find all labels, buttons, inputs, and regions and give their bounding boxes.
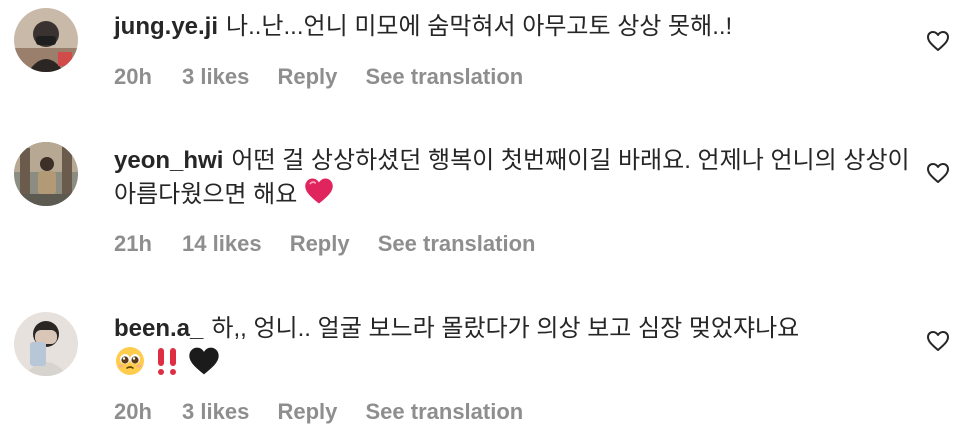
pleading-face-icon xyxy=(114,345,146,386)
like-heart-icon[interactable] xyxy=(926,329,950,353)
red-heart-icon xyxy=(304,177,334,214)
avatar[interactable] xyxy=(14,8,78,72)
comment-time: 21h xyxy=(114,231,152,256)
comment-meta: 21h 14 likes Reply See translation xyxy=(114,231,557,257)
like-heart-icon[interactable] xyxy=(926,161,950,185)
see-translation-button[interactable]: See translation xyxy=(366,64,524,89)
avatar[interactable] xyxy=(14,142,78,206)
reply-button[interactable]: Reply xyxy=(290,231,350,256)
comment-likes[interactable]: 3 likes xyxy=(182,64,249,89)
reply-button[interactable]: Reply xyxy=(277,64,337,89)
comment-username[interactable]: been.a_ xyxy=(114,315,203,342)
comment-text: yeon_hwi 어떤 걸 상상하셨던 행복이 첫번째이길 바래요. 언제나 언니… xyxy=(114,144,914,214)
comment-text: jung.ye.ji 나..난...언니 미모에 숨막혀서 아무고토 상상 못해.… xyxy=(114,10,914,43)
see-translation-button[interactable]: See translation xyxy=(366,399,524,424)
black-heart-icon xyxy=(188,346,220,385)
comment-likes[interactable]: 3 likes xyxy=(182,399,249,424)
like-heart-icon[interactable] xyxy=(926,29,950,53)
reply-button[interactable]: Reply xyxy=(277,399,337,424)
avatar[interactable] xyxy=(14,312,78,376)
comment-time: 20h xyxy=(114,399,152,424)
comment-body: 나..난...언니 미모에 숨막혀서 아무고토 상상 못해..! xyxy=(226,13,733,40)
comment-body: 하,, 엉니.. 얼굴 보느라 몰랐다가 의상 보고 심장 멎었쟈나요 xyxy=(211,315,800,342)
comment-text: been.a_ 하,, 엉니.. 얼굴 보느라 몰랐다가 의상 보고 심장 멎었쟈… xyxy=(114,312,914,386)
comment-time: 20h xyxy=(114,64,152,89)
comment-username[interactable]: yeon_hwi xyxy=(114,147,223,174)
comment-body: 어떤 걸 상상하셨던 행복이 첫번째이길 바래요. 언제나 언니의 상상이 아름… xyxy=(114,147,910,208)
double-exclamation-icon xyxy=(152,345,182,386)
comment-meta: 20h 3 likes Reply See translation xyxy=(114,399,545,425)
comment-username[interactable]: jung.ye.ji xyxy=(114,13,218,40)
comment-meta: 20h 3 likes Reply See translation xyxy=(114,64,545,90)
comment-likes[interactable]: 14 likes xyxy=(182,231,262,256)
see-translation-button[interactable]: See translation xyxy=(378,231,536,256)
